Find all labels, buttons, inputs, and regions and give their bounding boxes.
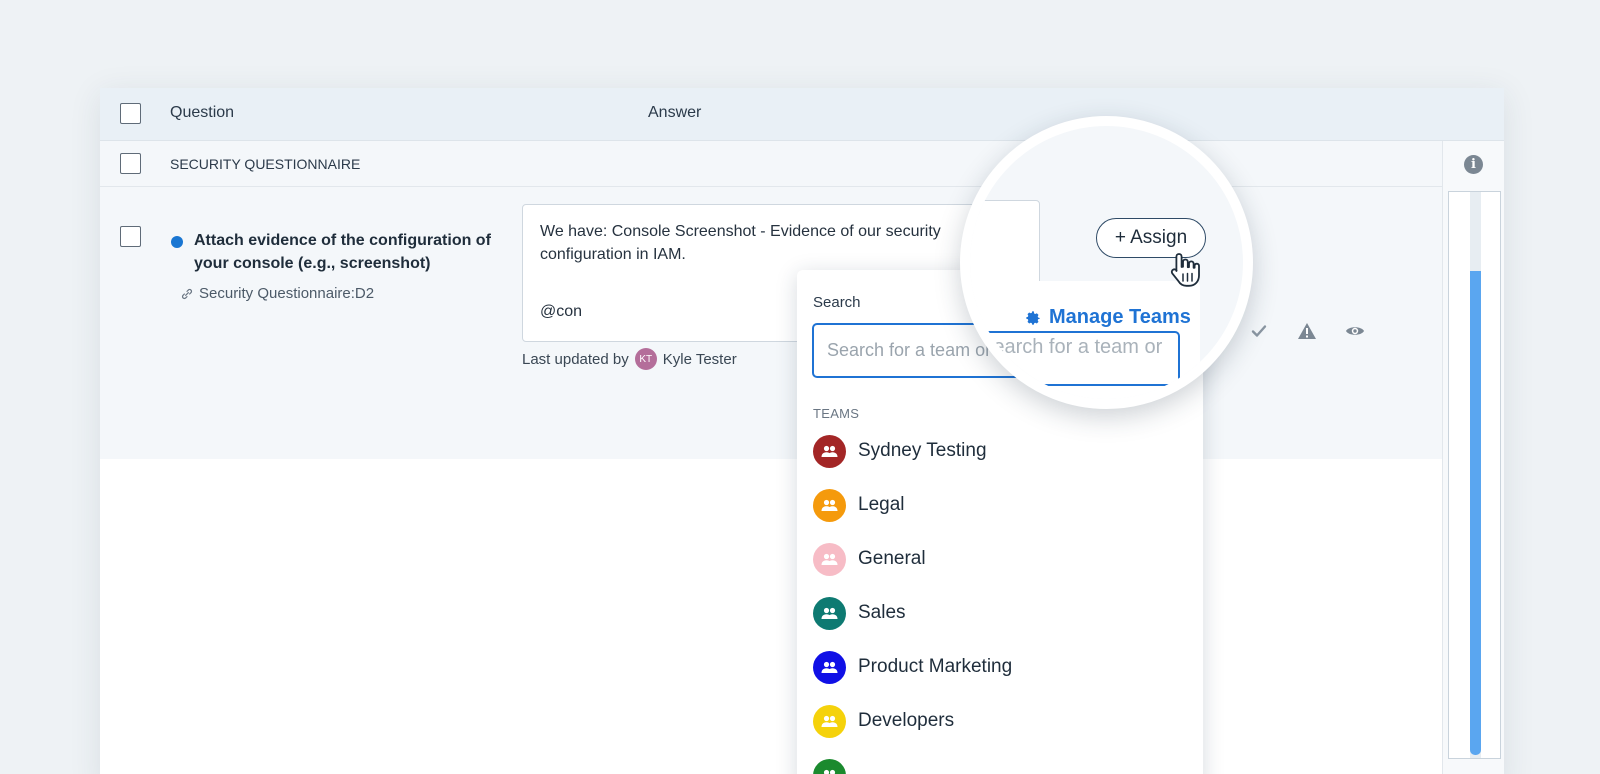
- team-icon: [813, 434, 846, 468]
- team-name: Developers: [858, 710, 955, 731]
- team-list-item[interactable]: General: [813, 542, 1183, 576]
- section-row: SECURITY QUESTIONNAIRE: [100, 141, 1442, 187]
- team-icon: [813, 488, 846, 522]
- team-list-item[interactable]: Developers: [813, 704, 1183, 738]
- team-icon: [813, 758, 846, 774]
- team-name: Sales: [858, 602, 906, 623]
- eye-icon[interactable]: [1344, 320, 1366, 342]
- team-icon: [813, 542, 846, 576]
- team-list-item[interactable]: Product Marketing: [813, 650, 1183, 684]
- answer-text: We have: Console Screenshot - Evidence o…: [540, 223, 941, 263]
- last-updated-user: Kyle Tester: [662, 350, 737, 368]
- table-header: Question Answer: [100, 88, 1504, 141]
- gear-icon: [1026, 310, 1040, 325]
- team-name: Product Marketing: [858, 656, 1013, 677]
- question-column-header: Question: [170, 104, 235, 121]
- team-icon: [813, 596, 846, 630]
- search-label: Search: [813, 294, 861, 311]
- check-icon[interactable]: [1248, 320, 1270, 342]
- avatar: KT: [634, 348, 657, 370]
- section-title: SECURITY QUESTIONNAIRE: [170, 156, 361, 172]
- reference-label: Security Questionnaire:D2: [199, 285, 375, 302]
- team-list-item[interactable]: Sydney Testing: [813, 434, 1183, 468]
- answer-mention-text: @con: [540, 303, 583, 320]
- link-icon: [181, 288, 193, 299]
- last-updated-label: Last updated by: [522, 350, 629, 368]
- team-list-item[interactable]: Sales: [813, 596, 1183, 630]
- team-list-item[interactable]: [813, 758, 1183, 774]
- warning-icon[interactable]: [1296, 320, 1318, 342]
- magnified-search-placeholder: Search for a team or: [980, 336, 1163, 358]
- info-icon[interactable]: i: [1464, 155, 1483, 174]
- question-reference-link[interactable]: Security Questionnaire:D2: [180, 285, 374, 302]
- team-name: Legal: [858, 494, 905, 515]
- section-checkbox[interactable]: [120, 153, 141, 174]
- team-list-item[interactable]: Legal: [813, 488, 1183, 522]
- hand-cursor-icon: [1170, 253, 1200, 287]
- unread-indicator: [171, 236, 183, 248]
- last-updated: Last updated by KT Kyle Tester: [522, 348, 737, 370]
- question-text[interactable]: Attach evidence of the configuration of …: [194, 229, 504, 275]
- answer-column-header: Answer: [648, 104, 702, 121]
- progress-scrollbar[interactable]: [1448, 191, 1501, 759]
- team-name: Sydney Testing: [858, 440, 987, 461]
- team-icon: [813, 650, 846, 684]
- team-name: General: [858, 548, 926, 569]
- right-panel: i: [1442, 141, 1504, 774]
- teams-section-label: TEAMS: [813, 406, 860, 421]
- manage-teams-label: Manage Teams: [1049, 306, 1191, 328]
- select-all-checkbox[interactable]: [120, 103, 141, 124]
- team-icon: [813, 704, 846, 738]
- row-checkbox[interactable]: [120, 226, 141, 247]
- manage-teams-link[interactable]: Manage Teams: [1024, 306, 1191, 329]
- magnifier-lens: + Assign Manage Teams Search for a team …: [960, 116, 1253, 409]
- scrollbar-thumb[interactable]: [1470, 271, 1481, 755]
